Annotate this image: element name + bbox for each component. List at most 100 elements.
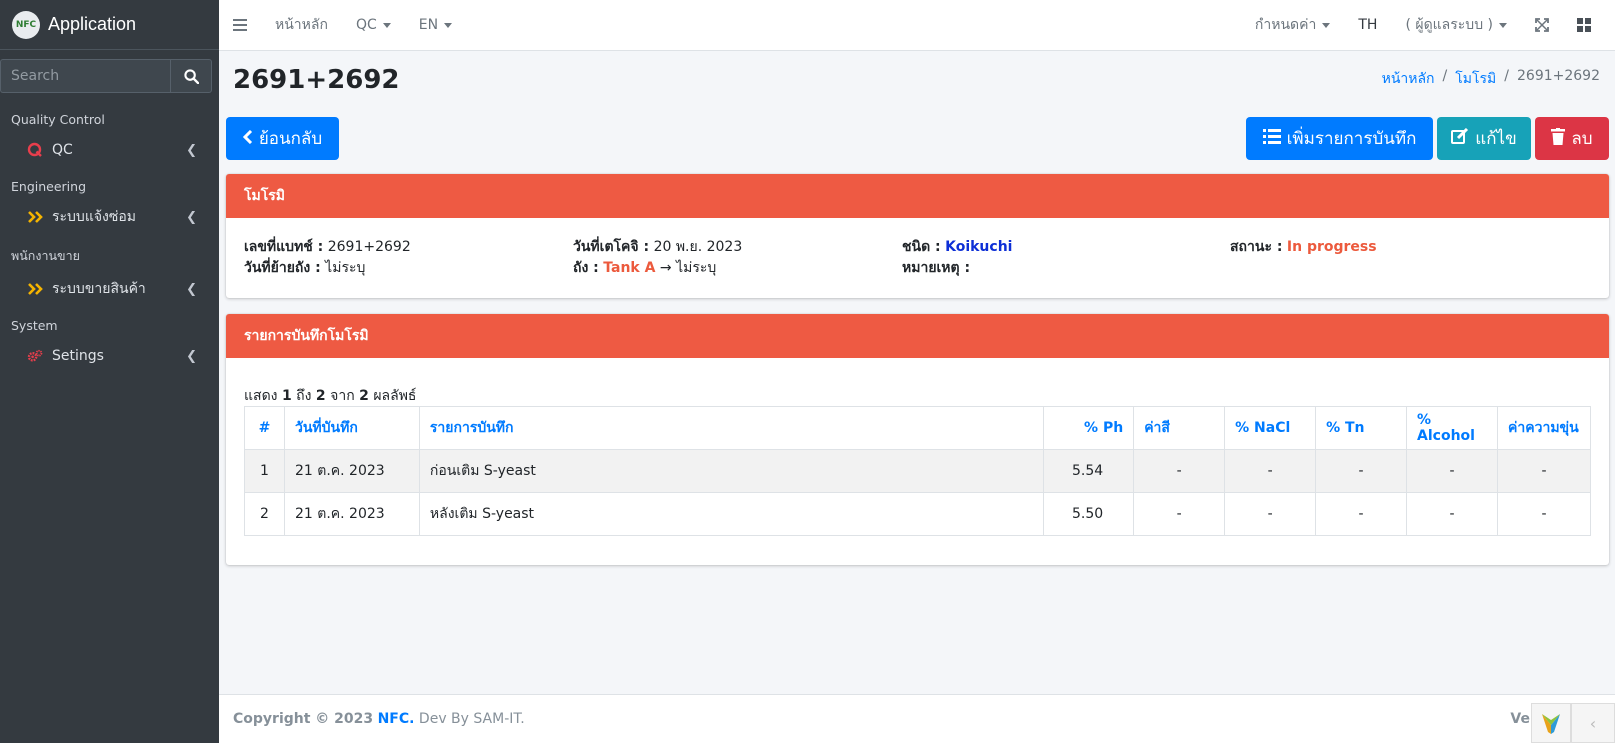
nav-user-dropdown[interactable]: ( ผู้ดูแลระบบ )	[1391, 14, 1521, 36]
col-header-color[interactable]: ค่าสี	[1133, 406, 1226, 450]
back-button-label: ย้อนกลับ	[258, 129, 323, 149]
cell-item: ก่อนเติม S-yeast	[418, 449, 1045, 493]
footer-copyright: Copyright © 2023	[233, 711, 374, 727]
sidebar-item-label: Setings	[52, 348, 104, 364]
nav-lang-th[interactable]: TH	[1344, 17, 1391, 33]
cell-index: 2	[244, 492, 285, 536]
cell-ph: 5.54	[1043, 449, 1135, 493]
cell-color: -	[1133, 449, 1226, 493]
grid-icon[interactable]	[1563, 18, 1605, 32]
tekoji-date-value: 20 พ.ย. 2023	[653, 239, 743, 255]
edit-icon	[1451, 127, 1469, 150]
col-header-ph[interactable]: % Ph	[1043, 406, 1135, 450]
sidebar-search	[0, 59, 212, 93]
cell-color: -	[1133, 492, 1226, 536]
debug-toggle-icon[interactable]: ‹	[1571, 703, 1615, 743]
page-title: 2691+2692	[233, 65, 400, 95]
nav-header-sales: พนักงานขาย	[11, 248, 80, 263]
moromi-info-card: โมโรมิ เลขที่แบทช์ : 2691+2692 วันที่ย้า…	[226, 174, 1609, 298]
tank-arrow: →	[659, 260, 672, 276]
edit-button[interactable]: แก้ไข	[1437, 117, 1531, 160]
cell-date: 21 ต.ค. 2023	[283, 492, 420, 536]
nav-qc-dropdown[interactable]: QC	[342, 17, 405, 33]
nav-lang-dropdown[interactable]: EN	[405, 17, 466, 33]
add-record-button-label: เพิ่มรายการบันทึก	[1286, 129, 1417, 149]
brand-title: Application	[48, 14, 137, 34]
sidebar-item-sales[interactable]: ระบบขายสินค้า ❮	[0, 271, 219, 307]
cell-nacl: -	[1224, 449, 1317, 493]
sidebar-item-qc[interactable]: QC ❮	[0, 132, 219, 168]
caret-down-icon	[444, 22, 453, 28]
col-header-alcohol[interactable]: % Alcohol	[1406, 406, 1498, 450]
nav-header-system: System	[11, 318, 58, 333]
nav-settings-label: กำหนดค่า	[1254, 17, 1317, 33]
summary-to: 2	[315, 388, 326, 404]
menu-toggle-icon[interactable]	[219, 19, 261, 31]
table-row[interactable]: 2 21 ต.ค. 2023 หลังเติม S-yeast 5.50 - -…	[244, 492, 1591, 536]
nav-header-quality-control: Quality Control	[11, 112, 105, 127]
breadcrumb-separator: /	[1442, 68, 1448, 84]
chevron-left-icon: ❮	[186, 348, 197, 364]
sidebar-item-repair[interactable]: ระบบแจ้งซ่อม ❮	[0, 199, 219, 235]
type-value: Koikuchi	[945, 239, 1013, 255]
chevron-left-icon	[242, 129, 253, 149]
chevron-left-icon: ❮	[186, 209, 197, 225]
summary-prefix: แสดง	[244, 388, 278, 404]
records-card: รายการบันทึกโมโรมิ แสดง 1 ถึง 2 จาก 2 ผล…	[226, 314, 1609, 565]
top-navbar: หน้าหลัก QC EN กำหนดค่า TH ( ผู้ดูแลระบบ…	[219, 0, 1615, 51]
nav-user-label: ( ผู้ดูแลระบบ )	[1405, 17, 1493, 33]
nav-settings-dropdown[interactable]: กำหนดค่า	[1241, 14, 1344, 36]
col-header-item[interactable]: รายการบันทึก	[418, 406, 1045, 450]
add-record-button[interactable]: เพิ่มรายการบันทึก	[1246, 117, 1433, 160]
card-title: รายการบันทึกโมโรมิ	[226, 314, 1609, 358]
col-header-nacl[interactable]: % NaCl	[1224, 406, 1317, 450]
chevron-left-icon: ❮	[186, 142, 197, 158]
search-button[interactable]	[170, 59, 212, 93]
info-col-date: วันที่เตโคจิ : 20 พ.ย. 2023 ถัง : Tank A…	[573, 237, 742, 279]
col-header-turbidity[interactable]: ค่าความขุ่น	[1497, 406, 1591, 450]
caret-down-icon	[1322, 22, 1331, 28]
summary-suffix: ผลลัพธ์	[373, 388, 417, 404]
back-button[interactable]: ย้อนกลับ	[226, 117, 339, 160]
breadcrumb-separator: /	[1504, 68, 1509, 84]
breadcrumb-home[interactable]: หน้าหลัก	[1382, 68, 1435, 90]
batch-label: เลขที่แบทช์ :	[244, 239, 324, 255]
sidebar-item-settings[interactable]: Setings ❮	[0, 338, 219, 374]
search-input[interactable]	[0, 59, 170, 93]
table-row[interactable]: 1 21 ต.ค. 2023 ก่อนเติม S-yeast 5.54 - -…	[244, 449, 1591, 493]
status-badge: In progress	[1286, 239, 1377, 255]
col-header-tn[interactable]: % Tn	[1315, 406, 1408, 450]
cell-tn: -	[1315, 449, 1408, 493]
yii-debug-logo-icon[interactable]	[1531, 703, 1571, 743]
double-chevron-icon	[27, 283, 43, 295]
sidebar: NFC Application Quality Control QC ❮ Eng…	[0, 0, 219, 743]
fullscreen-icon[interactable]	[1521, 18, 1563, 32]
delete-button[interactable]: ลบ	[1535, 117, 1609, 160]
brand-link[interactable]: NFC Application	[0, 0, 219, 50]
sidebar-item-label: ระบบแจ้งซ่อม	[52, 209, 137, 225]
sidebar-item-label: QC	[52, 142, 73, 158]
records-table: # วันที่บันทึก รายการบันทึก % Ph ค่าสี %…	[244, 406, 1591, 536]
breadcrumb-current: 2691+2692	[1517, 68, 1600, 84]
info-col-status: สถานะ : In progress	[1230, 237, 1377, 258]
note-label: หมายเหตุ :	[902, 260, 971, 276]
nav-header-engineering: Engineering	[11, 179, 86, 194]
cell-alcohol: -	[1406, 492, 1498, 536]
col-header-index[interactable]: #	[244, 406, 285, 450]
status-label: สถานะ :	[1230, 239, 1283, 255]
cell-ph: 5.50	[1043, 492, 1135, 536]
cell-turbidity: -	[1497, 449, 1591, 493]
delete-button-label: ลบ	[1571, 129, 1593, 149]
nav-home-link[interactable]: หน้าหลัก	[261, 14, 342, 36]
q-icon	[27, 142, 43, 158]
move-date-label: วันที่ย้ายถัง :	[244, 260, 321, 276]
nav-qc-label: QC	[355, 17, 377, 33]
chevron-left-icon: ❮	[186, 281, 197, 297]
footer-brand-link[interactable]: NFC.	[378, 711, 415, 727]
tekoji-date-label: วันที่เตโคจิ :	[573, 239, 650, 255]
tank-label: ถัง :	[573, 260, 599, 276]
breadcrumb-moromi[interactable]: โมโรมิ	[1455, 68, 1496, 90]
col-header-date[interactable]: วันที่บันทึก	[283, 406, 420, 450]
table-header-row: # วันที่บันทึก รายการบันทึก % Ph ค่าสี %…	[244, 406, 1591, 450]
summary-from: 1	[281, 388, 292, 404]
